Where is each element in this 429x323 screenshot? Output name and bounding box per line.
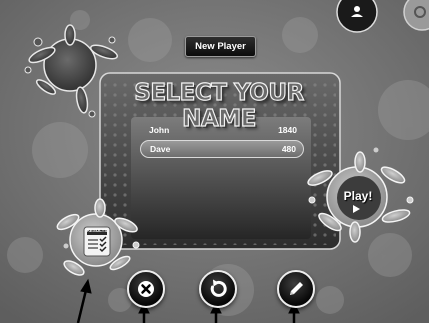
game-screen: New Player SELECT YOUR NAME John 1840 Da… <box>0 0 429 323</box>
player-name: John <box>149 125 170 135</box>
pencil-icon <box>290 282 303 295</box>
player-row-dave[interactable]: Dave 480 <box>140 140 304 158</box>
gear-icon[interactable] <box>406 0 429 30</box>
results-label: RESULTS <box>86 228 108 233</box>
play-triangle-icon <box>353 205 360 213</box>
delete-button[interactable] <box>127 270 165 308</box>
player-row-john[interactable]: John 1840 <box>140 122 304 138</box>
player-list: John 1840 Dave 480 <box>140 122 304 160</box>
refresh-icon <box>210 279 227 297</box>
edit-button[interactable] <box>277 270 315 308</box>
play-label: Play! <box>343 189 373 203</box>
delete-x-icon <box>138 281 154 297</box>
reset-button[interactable] <box>199 270 237 308</box>
profile-icon[interactable] <box>340 0 376 30</box>
new-player-button[interactable]: New Player <box>185 36 256 57</box>
player-score: 1840 <box>278 125 297 135</box>
player-name: Dave <box>150 144 171 154</box>
player-score: 480 <box>281 144 296 154</box>
